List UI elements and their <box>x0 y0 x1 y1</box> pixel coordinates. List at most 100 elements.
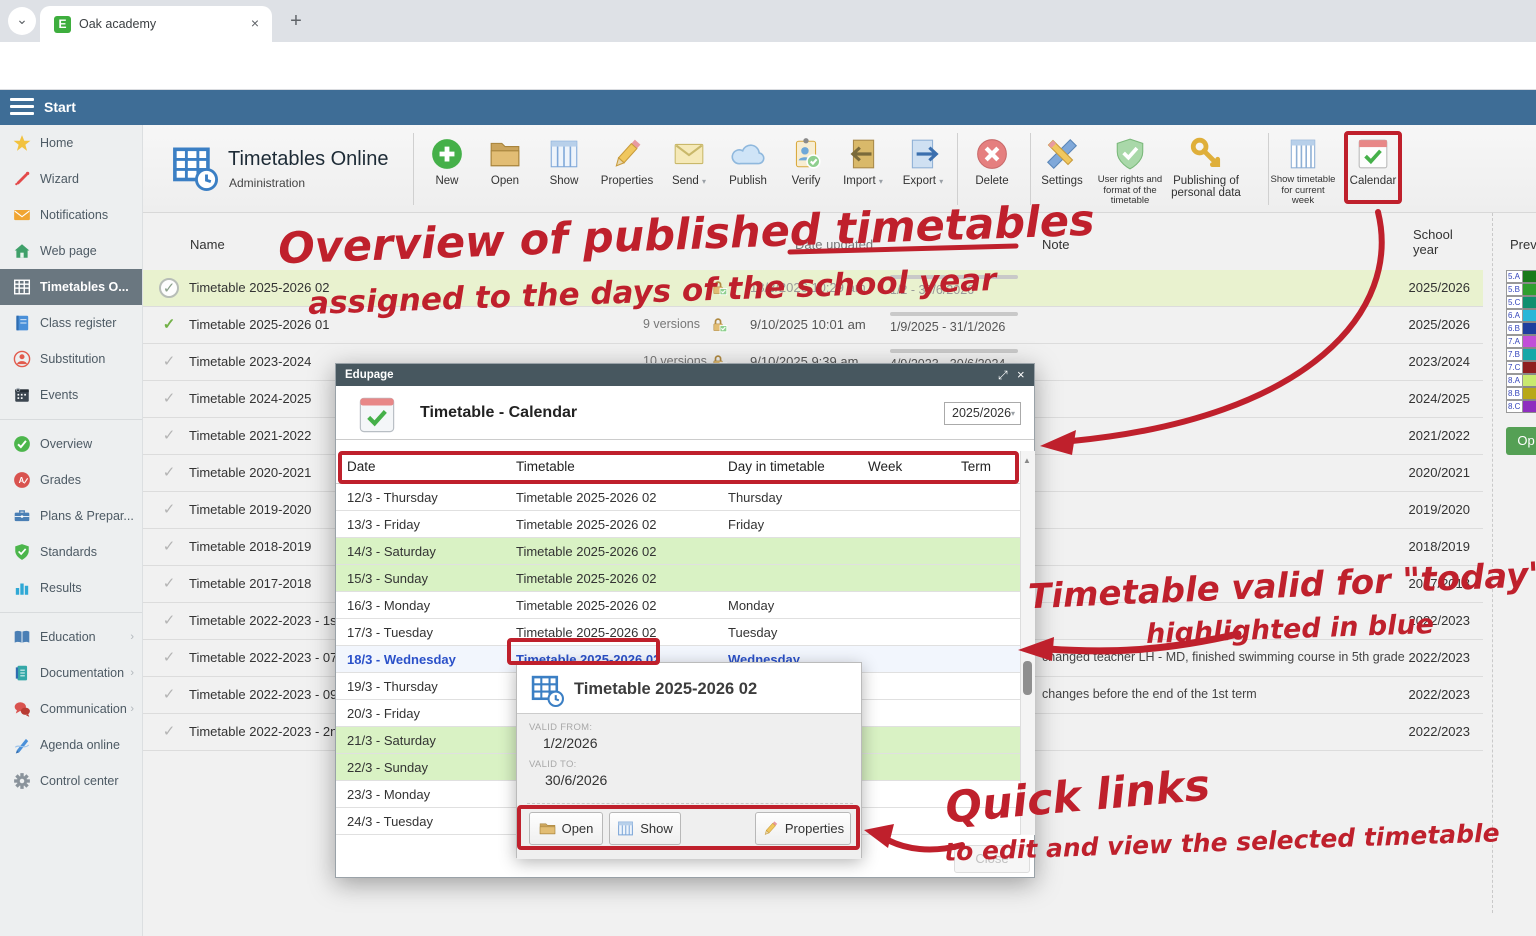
sidebar-item-timetables-o[interactable]: Timetables O... <box>0 269 142 305</box>
book-icon <box>13 314 31 332</box>
school-year: 2022/2023 <box>1350 687 1470 702</box>
popup-show-button[interactable]: Show <box>609 812 681 845</box>
sidebar-item-class-register[interactable]: Class register <box>0 305 142 341</box>
toolbar-button-label: Show <box>550 175 579 187</box>
toolbar-button-new[interactable]: New <box>418 137 476 187</box>
calendar-day-row[interactable]: 17/3 - TuesdayTimetable 2025-2026 02Tues… <box>336 619 1020 646</box>
check-icon: ✓ <box>159 352 179 372</box>
sidebar-item-plans-prepar[interactable]: Plans & Prepar... <box>0 498 142 534</box>
sidebar-item-substitution[interactable]: Substitution <box>0 341 142 377</box>
dialog-close-button[interactable]: Close <box>954 845 1030 873</box>
sidebar-item-web-page[interactable]: Web page <box>0 233 142 269</box>
calendar-day-row[interactable]: 16/3 - MondayTimetable 2025-2026 02Monda… <box>336 592 1020 619</box>
delete-icon <box>975 137 1009 171</box>
sidebar-item-label: Grades <box>40 473 81 487</box>
start-menu[interactable]: Start <box>44 99 76 115</box>
sidebar-item-label: Documentation <box>40 666 124 680</box>
toolbar-button-publishing[interactable]: Publishing of personal data <box>1164 137 1248 199</box>
toolbar-button-verify[interactable]: Verify <box>777 137 835 187</box>
timetable-detail-popup: Timetable 2025-2026 02 VALID FROM: 1/2/2… <box>516 662 862 858</box>
cloud-icon <box>731 137 765 171</box>
modified-datetime: 18/3/2026 10:29 am <box>750 280 866 295</box>
toolbar-button-send[interactable]: Send ▾ <box>660 137 718 188</box>
scrollbar-thumb[interactable] <box>1023 661 1032 695</box>
calendar-date: 19/3 - Thursday <box>347 679 438 694</box>
timetable-name: Timetable 2018-2019 <box>189 539 311 554</box>
toolbar-button-delete[interactable]: Delete <box>963 137 1021 187</box>
browser-tab[interactable]: E Oak academy × <box>40 6 272 42</box>
sidebar-item-documentation[interactable]: Documentation› <box>0 655 142 691</box>
popup-properties-button[interactable]: Properties <box>755 812 851 845</box>
tab-close-icon[interactable]: × <box>246 15 264 33</box>
calendar-check-icon <box>358 396 396 434</box>
validity-period-bar <box>890 312 1018 316</box>
calendar-day-row[interactable]: 12/3 - ThursdayTimetable 2025-2026 02Thu… <box>336 484 1020 511</box>
toolbar-button-label: Show timetable for current week <box>1271 174 1336 206</box>
toolbar-button-import[interactable]: Import ▾ <box>834 137 892 188</box>
sidebar-item-standards[interactable]: Standards <box>0 534 142 570</box>
calendar-scrollbar[interactable] <box>1020 451 1035 835</box>
toolbar-button-user[interactable]: User rights and format of the timetable <box>1097 137 1163 207</box>
popup-button-label: Show <box>640 821 673 836</box>
menu-icon[interactable] <box>10 98 34 116</box>
timetable-name: Timetable 2021-2022 <box>189 428 311 443</box>
check-icon: ✓ <box>159 463 179 483</box>
sidebar-item-agenda-online[interactable]: Agenda online <box>0 727 142 763</box>
sidebar-item-control-center[interactable]: Control center <box>0 763 142 799</box>
school-year: 2024/2025 <box>1350 391 1470 406</box>
calendar-timetable-link: Timetable 2025-2026 02 <box>516 517 656 532</box>
selected-check-icon: ✓ <box>159 278 179 298</box>
wand-icon <box>13 170 31 188</box>
timetable-name: Timetable 2022-2023 - 07/1 <box>189 650 348 665</box>
scroll-up-icon[interactable]: ▲ <box>1023 456 1031 465</box>
timetable-row[interactable]: ✓Timetable 2025-2026 019 versions9/10/20… <box>143 307 1483 344</box>
sidebar-item-results[interactable]: Results <box>0 570 142 606</box>
sidebar-item-label: Timetables O... <box>40 280 129 294</box>
school-year: 2020/2021 <box>1350 465 1470 480</box>
toolbar-button-calendar[interactable]: Calendar <box>1344 137 1402 187</box>
check-icon: ✓ <box>159 685 179 705</box>
valid-from-value: 1/2/2026 <box>543 735 598 751</box>
openbook-icon <box>13 628 31 646</box>
timetable-row[interactable]: ✓Timetable 2025-2026 0218/3/2026 10:29 a… <box>143 270 1483 307</box>
sidebar-item-home[interactable]: Home <box>0 125 142 161</box>
preview-class-row: 8.C <box>1506 400 1536 413</box>
class-color-chip <box>1523 348 1536 361</box>
preview-class-row: 7.B <box>1506 348 1536 361</box>
calendar-date: 22/3 - Sunday <box>347 760 428 775</box>
sidebar-item-education[interactable]: Education› <box>0 619 142 655</box>
calendar-date: 16/3 - Monday <box>347 598 430 613</box>
sidebar-item-communication[interactable]: Communication› <box>0 691 142 727</box>
toolbar-button-properties[interactable]: Properties <box>598 137 656 187</box>
calendar-day-row[interactable]: 14/3 - SaturdayTimetable 2025-2026 02 <box>336 538 1020 565</box>
toolbar-button-show[interactable]: Show <box>535 137 593 187</box>
popup-open-button[interactable]: Open <box>529 812 603 845</box>
dialog-titlebar[interactable]: Edupage <box>336 364 1034 386</box>
calendar-date: 17/3 - Tuesday <box>347 625 433 640</box>
school-year-select[interactable]: 2025/2026 ▾ <box>944 402 1021 425</box>
app-subtitle: Administration <box>229 176 305 190</box>
calendar-day-row[interactable]: 15/3 - SundayTimetable 2025-2026 02 <box>336 565 1020 592</box>
toolbar-button-export[interactable]: Export ▾ <box>894 137 952 188</box>
sidebar-item-grades[interactable]: AGrades <box>0 462 142 498</box>
toolbar-button-show[interactable]: Show timetable for current week <box>1270 137 1336 207</box>
col-date: Date <box>347 459 376 474</box>
preview-class-row: 8.B <box>1506 387 1536 400</box>
sidebar-item-overview[interactable]: Overview <box>0 426 142 462</box>
toolbar-button-publish[interactable]: Publish <box>719 137 777 187</box>
calendar-day-row[interactable]: 13/3 - FridayTimetable 2025-2026 02Frida… <box>336 511 1020 538</box>
dialog-close-icon[interactable]: × <box>1017 368 1025 382</box>
preview-open-button[interactable]: Op <box>1506 427 1536 455</box>
toolbar-separator <box>1030 133 1031 205</box>
sidebar-item-notifications[interactable]: Notifications <box>0 197 142 233</box>
sidebar-item-label: Overview <box>40 437 92 451</box>
new-tab-button[interactable]: + <box>282 8 310 36</box>
dialog-maximize-icon[interactable]: ⤢ <box>998 368 1008 382</box>
sidebar-item-events[interactable]: Events <box>0 377 142 413</box>
dropdown-caret-icon: ▾ <box>879 177 883 186</box>
toolbar-button-open[interactable]: Open <box>476 137 534 187</box>
sidebar-item-label: Plans & Prepar... <box>40 509 134 523</box>
tab-search-icon[interactable]: ⌄ <box>8 7 36 35</box>
sidebar-item-wizard[interactable]: Wizard <box>0 161 142 197</box>
toolbar-button-settings[interactable]: Settings <box>1033 137 1091 187</box>
